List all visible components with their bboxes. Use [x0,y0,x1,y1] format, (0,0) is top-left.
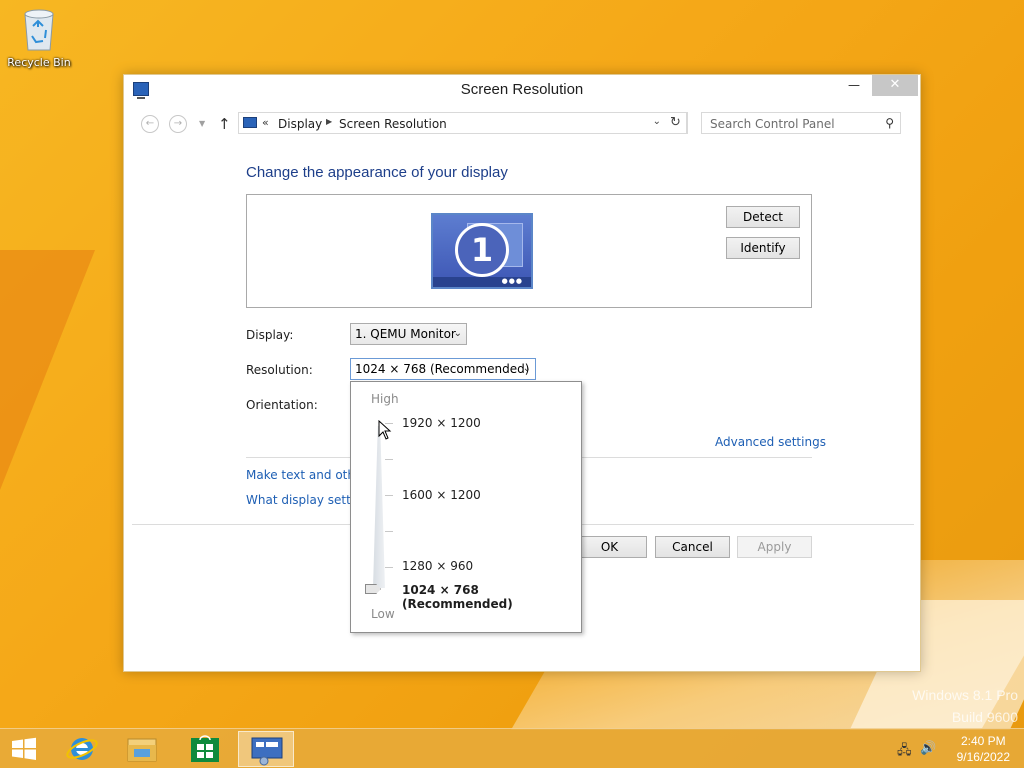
cancel-button[interactable]: Cancel [655,536,730,558]
chevron-down-icon: ⌄ [522,363,531,374]
resolution-select[interactable]: 1024 × 768 (Recommended) ⌄ [350,358,536,380]
resolution-option-1280x960[interactable]: 1280 × 960 [402,559,473,573]
mouse-pointer-icon [378,420,392,440]
internet-explorer-icon [66,738,98,760]
monitor-dots: ●●● [501,277,523,285]
folder-icon [127,738,157,762]
breadcrumb-separator-icon[interactable]: ▶ [326,117,332,126]
store-icon [191,735,219,762]
up-arrow-icon[interactable]: ↑ [218,115,231,133]
window-title: Screen Resolution [460,81,584,98]
resolution-select-value: 1024 × 768 (Recommended) [355,362,530,376]
watermark-build: Build 9600 [951,709,1018,725]
address-bar[interactable]: « Display ▶ Screen Resolution ⌄ [238,112,688,134]
resolution-option-1024x768[interactable]: 1024 × 768 (Recommended) [402,583,581,611]
breadcrumb-display[interactable]: Display [278,117,322,131]
display-select-value: 1. QEMU Monitor [355,327,456,341]
slider-tick [385,567,393,568]
advanced-settings-link[interactable]: Advanced settings [715,435,826,449]
watermark-edition: Windows 8.1 Pro [912,687,1018,703]
slider-tick [385,531,393,532]
slider-tick [385,495,393,496]
taskbar: 🖧 🔊 2:40 PM 9/16/2022 [0,728,1024,768]
orientation-label: Orientation: [246,398,318,412]
page-heading: Change the appearance of your display [246,164,508,181]
display-preview-panel: 1 ●●● Detect Identify [246,194,812,308]
file-explorer-taskbar-button[interactable] [114,731,170,767]
detect-button[interactable]: Detect [726,206,800,228]
resolution-slider-track[interactable] [373,426,385,588]
resolution-option-1600x1200[interactable]: 1600 × 1200 [402,488,481,502]
breadcrumb-screen-resolution[interactable]: Screen Resolution [339,117,447,131]
internet-explorer-taskbar-button[interactable] [54,731,110,767]
recycle-bin-icon [21,6,57,52]
wallpaper-shape [0,250,95,490]
search-box[interactable]: Search Control Panel ⚲ [701,112,901,134]
recent-locations-chevron-icon[interactable]: ▼ [199,119,205,128]
display-select[interactable]: 1. QEMU Monitor ⌄ [350,323,467,345]
apply-button[interactable]: Apply [737,536,812,558]
control-panel-icon [243,117,257,128]
clock-date: 9/16/2022 [956,750,1010,764]
back-button[interactable]: ← [141,115,159,133]
resolution-option-1920x1200[interactable]: 1920 × 1200 [402,416,481,430]
resolution-label: Resolution: [246,363,313,377]
monitor-1-icon[interactable]: 1 ●●● [431,213,533,289]
chevron-down-icon: ⌄ [453,328,462,339]
slider-tick [385,459,393,460]
volume-icon[interactable]: 🔊 [920,741,936,756]
breadcrumb-overflow[interactable]: « [262,116,269,129]
forward-button[interactable]: → [169,115,187,133]
store-taskbar-button[interactable] [177,731,233,767]
screen-resolution-taskbar-button[interactable] [238,731,294,767]
monitor-number: 1 [455,223,509,277]
identify-button[interactable]: Identify [726,237,800,259]
refresh-button[interactable]: ↻ [665,112,687,134]
network-icon[interactable]: 🖧 [897,741,912,763]
screen-resolution-window: Screen Resolution — ✕ ← → ▼ ↑ « Display … [123,74,921,672]
windows-logo-icon [12,737,36,760]
slider-high-label: High [371,392,399,406]
display-label: Display: [246,328,294,342]
search-icon[interactable]: ⚲ [885,116,894,130]
close-button[interactable]: ✕ [872,75,918,96]
title-bar[interactable]: Screen Resolution — ✕ [124,75,920,105]
clock-time: 2:40 PM [960,734,1006,748]
resolution-slider-flyout: High 1920 × 1200 1600 × 1200 1280 × 960 … [350,381,582,633]
recycle-bin-desktop-icon[interactable]: Recycle Bin [6,6,72,69]
maximize-button[interactable] [845,75,871,96]
clock[interactable]: 2:40 PM 9/16/2022 [957,733,1010,765]
search-placeholder: Search Control Panel [710,117,835,131]
display-settings-icon [251,737,283,766]
os-watermark: Windows 8.1 Pro Build 9600 [912,684,1018,728]
ok-button[interactable]: OK [572,536,647,558]
slider-low-label: Low [371,607,395,621]
start-button[interactable] [0,731,48,767]
recycle-bin-label: Recycle Bin [7,56,71,69]
address-history-chevron-icon[interactable]: ⌄ [653,116,661,127]
